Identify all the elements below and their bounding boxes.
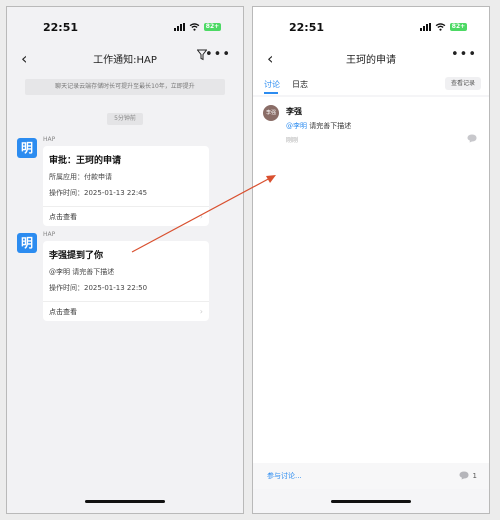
card-line: 操作时间：2025-01-13 22:50 (49, 284, 148, 292)
active-tab-indicator (264, 92, 278, 94)
nav-bar: ‹ 王珂的申请 ••• (253, 45, 489, 73)
tab-discussion[interactable]: 讨论 (264, 79, 280, 90)
status-time: 22:51 (289, 21, 325, 34)
app-avatar[interactable]: 明 (17, 233, 37, 253)
join-discussion-input[interactable]: 参与讨论... (267, 471, 302, 481)
comment-footer: 参与讨论... 1 (253, 463, 489, 489)
app-avatar[interactable]: 明 (17, 138, 37, 158)
comment-author: 李强 (286, 107, 302, 116)
tab-bar: 讨论 日志 查看记录 (253, 73, 489, 95)
mention-link[interactable]: @李明 (286, 122, 307, 130)
view-log-button[interactable]: 查看记录 (445, 77, 481, 90)
comment-count-icon[interactable] (459, 471, 469, 480)
card-line: 操作时间：2025-01-13 22:45 (49, 189, 148, 197)
more-icon[interactable]: ••• (451, 47, 477, 62)
chevron-right-icon: › (199, 212, 203, 221)
signal-icon (174, 23, 185, 31)
signal-icon (420, 23, 431, 31)
comment-count: 1 (472, 471, 477, 480)
card-title: 李强提到了你 (49, 251, 104, 261)
notification-card[interactable]: 李强提到了你 @李明 请完善下描述 操作时间：2025-01-13 22:50 … (43, 241, 209, 321)
work-notification-screen: 22:51 82+ ‹ 工作通知:HAP ••• 聊天记录云端存储时长可提升至最… (6, 6, 244, 514)
view-details-link[interactable]: 点击查看 › (43, 301, 209, 321)
wifi-icon (189, 23, 200, 31)
sender-name: HAP (43, 136, 56, 143)
tab-log[interactable]: 日志 (292, 79, 308, 90)
home-indicator (331, 500, 411, 503)
comment-time: 刚刚 (286, 137, 299, 144)
more-icon[interactable]: ••• (205, 47, 231, 62)
card-line: 所属应用：付款申请 (49, 173, 112, 181)
screenshot-canvas: 22:51 82+ ‹ 工作通知:HAP ••• 聊天记录云端存储时长可提升至最… (0, 0, 500, 520)
sender-name: HAP (43, 231, 56, 238)
status-time: 22:51 (43, 21, 79, 34)
comment-text: @李明 请完善下描述 (286, 122, 352, 130)
storage-banner[interactable]: 聊天记录云端存储时长可提升至最长10年，立即提升 (25, 79, 225, 95)
card-line: @李明 请完善下描述 (49, 268, 115, 276)
avatar[interactable]: 李强 (263, 105, 279, 121)
comment-item: 李强 李强 @李明 请完善下描述 刚刚 (253, 97, 489, 155)
card-title: 审批：王珂的申请 (49, 156, 122, 166)
home-indicator (85, 500, 165, 503)
discussion-area (253, 153, 489, 463)
time-divider: 5分钟前 (107, 113, 143, 125)
chevron-right-icon: › (199, 307, 203, 316)
nav-bar: ‹ 工作通知:HAP ••• (7, 45, 243, 73)
status-bar: 22:51 82+ (7, 7, 243, 45)
status-bar: 22:51 82+ (253, 7, 489, 45)
battery-icon: 82+ (204, 23, 221, 31)
reply-icon[interactable] (467, 134, 477, 143)
battery-icon: 82+ (450, 23, 467, 31)
notification-card[interactable]: 审批：王珂的申请 所属应用：付款申请 操作时间：2025-01-13 22:45… (43, 146, 209, 226)
wifi-icon (435, 23, 446, 31)
view-details-link[interactable]: 点击查看 › (43, 206, 209, 226)
record-detail-screen: 22:51 82+ ‹ 王珂的申请 ••• 讨论 日志 查看记录 李强 李强 @… (252, 6, 490, 514)
